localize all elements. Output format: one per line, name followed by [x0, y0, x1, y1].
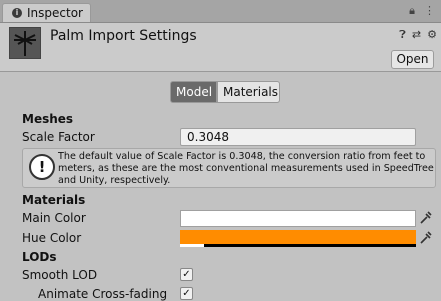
help-box: ! The default value of Scale Factor is 0… — [22, 148, 436, 188]
main-color-swatch[interactable] — [180, 210, 416, 227]
warning-icon: ! — [29, 154, 55, 180]
scale-factor-field[interactable]: 0.3048 — [180, 128, 416, 146]
crossfade-checkbox[interactable]: ✓ — [180, 287, 193, 300]
tab-inspector[interactable]: i Inspector — [2, 3, 91, 22]
smooth-lod-label: Smooth LOD — [22, 268, 98, 282]
hue-color-swatch[interactable] — [180, 230, 416, 247]
mode-toggle: Model Materials — [170, 81, 280, 103]
smooth-lod-checkbox[interactable]: ✓ — [180, 268, 193, 281]
crossfade-label: Animate Cross-fading — [38, 287, 168, 301]
lods-heading: LODs — [22, 250, 57, 264]
help-icon[interactable]: ❓︎ — [399, 28, 406, 42]
asset-thumbnail — [9, 27, 41, 59]
page-title: Palm Import Settings — [50, 28, 197, 44]
tab-bar: i Inspector 🔒︎ ⋮ — [0, 0, 441, 23]
materials-heading: Materials — [22, 193, 86, 207]
open-button[interactable]: Open — [391, 50, 434, 69]
lock-icon[interactable]: 🔒︎ — [409, 4, 415, 18]
tab-label: Inspector — [27, 6, 83, 20]
meshes-heading: Meshes — [22, 112, 74, 126]
settings-icon[interactable]: ⚙︎ — [427, 28, 437, 42]
help-text: The default value of Scale Factor is 0.3… — [58, 151, 434, 186]
eyedropper-icon[interactable] — [420, 230, 432, 244]
more-menu-icon[interactable]: ⋮ — [424, 4, 435, 18]
inspector-header: Palm Import Settings ❓︎ ⇄ ⚙︎ Open — [0, 23, 441, 72]
presets-icon[interactable]: ⇄ — [412, 28, 421, 42]
info-icon: i — [12, 8, 22, 18]
tab-model[interactable]: Model — [170, 81, 217, 103]
tab-materials[interactable]: Materials — [217, 81, 280, 103]
main-color-label: Main Color — [22, 211, 86, 225]
hue-color-label: Hue Color — [22, 231, 82, 245]
scale-factor-label: Scale Factor — [22, 130, 95, 144]
eyedropper-icon[interactable] — [420, 210, 432, 224]
